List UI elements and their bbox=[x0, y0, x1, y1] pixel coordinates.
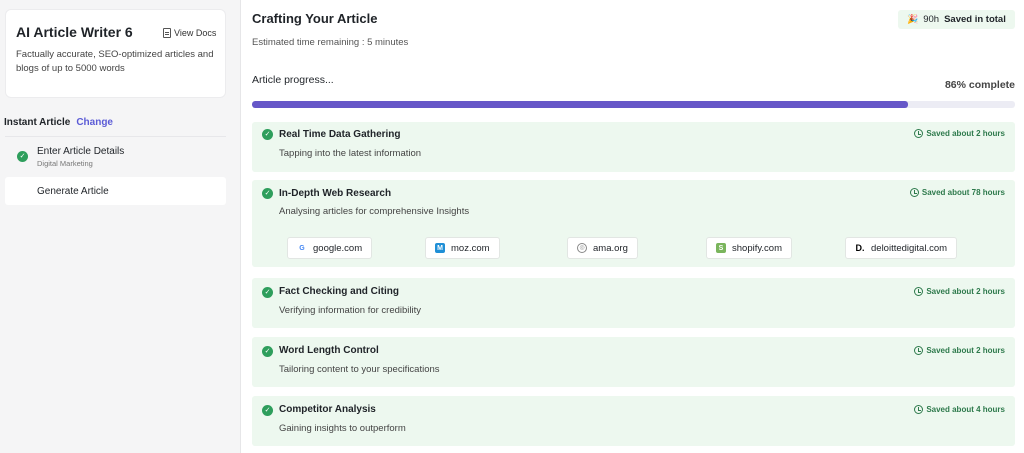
party-popper-icon: 🎉 bbox=[907, 14, 919, 24]
task-title: Real Time Data Gathering bbox=[279, 129, 401, 140]
moz-icon: M bbox=[435, 243, 445, 253]
check-circle-icon: ✓ bbox=[262, 287, 273, 298]
task-title: Word Length Control bbox=[279, 345, 379, 356]
check-circle-icon: ✓ bbox=[262, 188, 273, 199]
saved-total-badge: 🎉 90h Saved in total bbox=[898, 10, 1015, 29]
task-card: ✓ Competitor Analysis Gaining insights t… bbox=[252, 396, 1015, 446]
shopify-icon: S bbox=[716, 243, 726, 253]
task-description: Tailoring content to your specifications bbox=[279, 364, 440, 375]
task-saved-time: Saved about 4 hours bbox=[914, 405, 1005, 414]
task-description: Tapping into the latest information bbox=[279, 148, 422, 159]
task-card: ✓ Real Time Data Gathering Tapping into … bbox=[252, 122, 1015, 172]
source-label: deloittedigital.com bbox=[871, 242, 948, 254]
source-label: moz.com bbox=[451, 242, 490, 254]
globe-icon: ◎ bbox=[577, 243, 587, 253]
page-title: Crafting Your Article bbox=[252, 11, 378, 26]
source-chip-deloitte[interactable]: D. deloittedigital.com bbox=[845, 237, 958, 259]
source-chip-google[interactable]: G google.com bbox=[287, 237, 373, 259]
step-enter-article-details[interactable]: ✓ Enter Article Details Digital Marketin… bbox=[5, 136, 226, 176]
view-docs-label: View Docs bbox=[174, 28, 217, 38]
check-circle-icon: ✓ bbox=[262, 346, 273, 357]
task-saved-time: Saved about 78 hours bbox=[909, 188, 1005, 197]
source-chip-moz[interactable]: M moz.com bbox=[425, 237, 500, 259]
saved-text: Saved in total bbox=[944, 14, 1006, 25]
step-title: Enter Article Details bbox=[37, 146, 125, 157]
step-subtitle: Digital Marketing bbox=[37, 159, 93, 168]
clock-icon bbox=[914, 287, 924, 296]
task-title: Competitor Analysis bbox=[279, 404, 376, 415]
task-description: Verifying information for credibility bbox=[279, 305, 422, 316]
article-mode: Instant Article Change bbox=[4, 117, 113, 128]
task-description: Gaining insights to outperform bbox=[279, 423, 406, 434]
app-info-card: AI Article Writer 6 View Docs Factually … bbox=[5, 9, 226, 98]
saved-hours: 90h bbox=[923, 14, 940, 25]
source-label: ama.org bbox=[593, 242, 628, 254]
clock-icon bbox=[914, 129, 924, 138]
task-card: ✓ Word Length Control Tailoring content … bbox=[252, 337, 1015, 387]
task-saved-label: Saved about 78 hours bbox=[921, 188, 1005, 197]
task-card: ✓ In-Depth Web Research Analysing articl… bbox=[252, 180, 1015, 267]
mode-label: Instant Article bbox=[4, 117, 71, 128]
check-circle-icon: ✓ bbox=[262, 405, 273, 416]
check-circle-icon: ✓ bbox=[17, 151, 28, 162]
estimated-time: Estimated time remaining : 5 minutes bbox=[252, 37, 409, 48]
task-description: Analysing articles for comprehensive Ins… bbox=[279, 206, 470, 217]
task-saved-time: Saved about 2 hours bbox=[914, 287, 1005, 296]
task-saved-time: Saved about 2 hours bbox=[914, 129, 1005, 138]
google-icon: G bbox=[299, 244, 305, 252]
task-saved-label: Saved about 4 hours bbox=[926, 405, 1005, 414]
progress-bar-fill bbox=[252, 101, 909, 108]
source-label: shopify.com bbox=[732, 242, 782, 254]
progress-label: Article progress... bbox=[252, 74, 334, 86]
task-saved-time: Saved about 2 hours bbox=[914, 346, 1005, 355]
task-title: In-Depth Web Research bbox=[279, 188, 392, 199]
progress-bar bbox=[252, 101, 1015, 108]
task-saved-label: Saved about 2 hours bbox=[926, 287, 1005, 296]
source-chip-ama[interactable]: ◎ ama.org bbox=[567, 237, 638, 259]
task-card: ✓ Fact Checking and Citing Verifying inf… bbox=[252, 278, 1015, 328]
task-saved-label: Saved about 2 hours bbox=[926, 129, 1005, 138]
clock-icon bbox=[914, 346, 924, 355]
document-icon bbox=[163, 28, 171, 38]
source-chip-shopify[interactable]: S shopify.com bbox=[706, 237, 792, 259]
app-description: Factually accurate, SEO-optimized articl… bbox=[16, 49, 214, 74]
view-docs-link[interactable]: View Docs bbox=[163, 28, 216, 38]
app-title: AI Article Writer 6 bbox=[16, 24, 133, 40]
clock-icon bbox=[914, 405, 924, 414]
change-mode-link[interactable]: Change bbox=[76, 117, 113, 128]
task-title: Fact Checking and Citing bbox=[279, 286, 400, 297]
source-label: google.com bbox=[313, 242, 363, 254]
deloitte-icon: D. bbox=[855, 242, 865, 253]
source-list: G google.com M moz.com ◎ ama.org S shopi… bbox=[287, 237, 987, 259]
task-saved-label: Saved about 2 hours bbox=[926, 346, 1005, 355]
sidebar: AI Article Writer 6 View Docs Factually … bbox=[0, 0, 241, 453]
check-circle-icon: ✓ bbox=[262, 129, 273, 140]
progress-percent: 86% complete bbox=[944, 79, 1015, 91]
clock-icon bbox=[909, 188, 919, 197]
step-generate-article[interactable]: Generate Article bbox=[5, 177, 226, 205]
